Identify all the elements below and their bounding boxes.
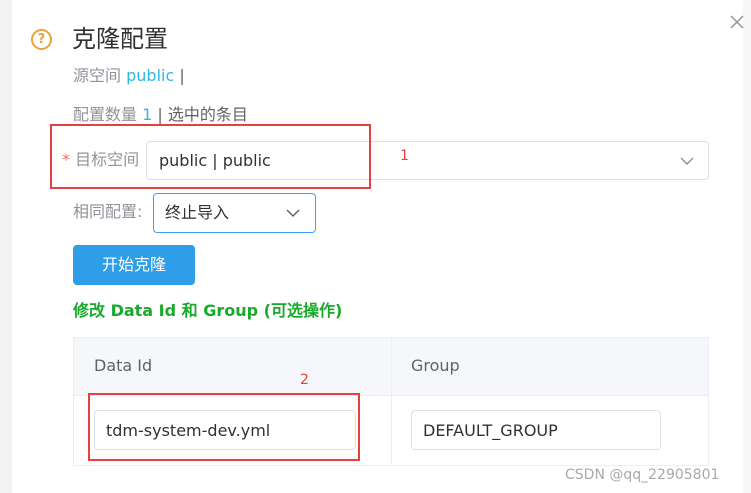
background-left-edge [0, 0, 12, 493]
source-value: public [126, 66, 175, 85]
column-divider [391, 338, 392, 465]
group-value: DEFAULT_GROUP [423, 421, 558, 440]
close-icon[interactable] [728, 13, 746, 31]
source-label: 源空间 [73, 66, 122, 85]
annotation-number-2: 2 [300, 372, 309, 388]
annotation-box-2 [88, 393, 360, 461]
source-namespace-line: 源空间 public | [73, 65, 185, 87]
chevron-down-icon [286, 209, 300, 218]
csdn-watermark: CSDN @qq_22905801 [565, 467, 720, 483]
same-config-policy-value: 终止导入 [165, 203, 230, 222]
count-label: 配置数量 [73, 105, 138, 124]
source-separator: | [179, 66, 185, 85]
chevron-down-icon [680, 157, 694, 166]
background-right-edge [743, 0, 751, 493]
start-clone-button[interactable]: 开始克隆 [73, 245, 195, 285]
config-count-line: 配置数量 1 | 选中的条目 [73, 104, 248, 126]
clone-config-dialog: ? 克隆配置 源空间 public | 配置数量 1 | 选中的条目 * 目标空… [12, 0, 746, 493]
group-input[interactable]: DEFAULT_GROUP [411, 410, 661, 450]
column-header-group: Group [411, 356, 460, 375]
annotation-box-1 [50, 124, 371, 189]
count-suffix: | 选中的条目 [157, 105, 248, 124]
question-circle-icon: ? [31, 29, 52, 50]
column-header-data-id: Data Id [94, 356, 153, 375]
dialog-title: 克隆配置 [72, 25, 168, 53]
modify-section-title: 修改 Data Id 和 Group (可选操作) [73, 301, 343, 320]
annotation-number-1: 1 [400, 148, 409, 164]
same-config-policy-select[interactable]: 终止导入 [153, 193, 316, 233]
count-value: 1 [142, 105, 153, 124]
same-config-label: 相同配置: [73, 202, 143, 221]
